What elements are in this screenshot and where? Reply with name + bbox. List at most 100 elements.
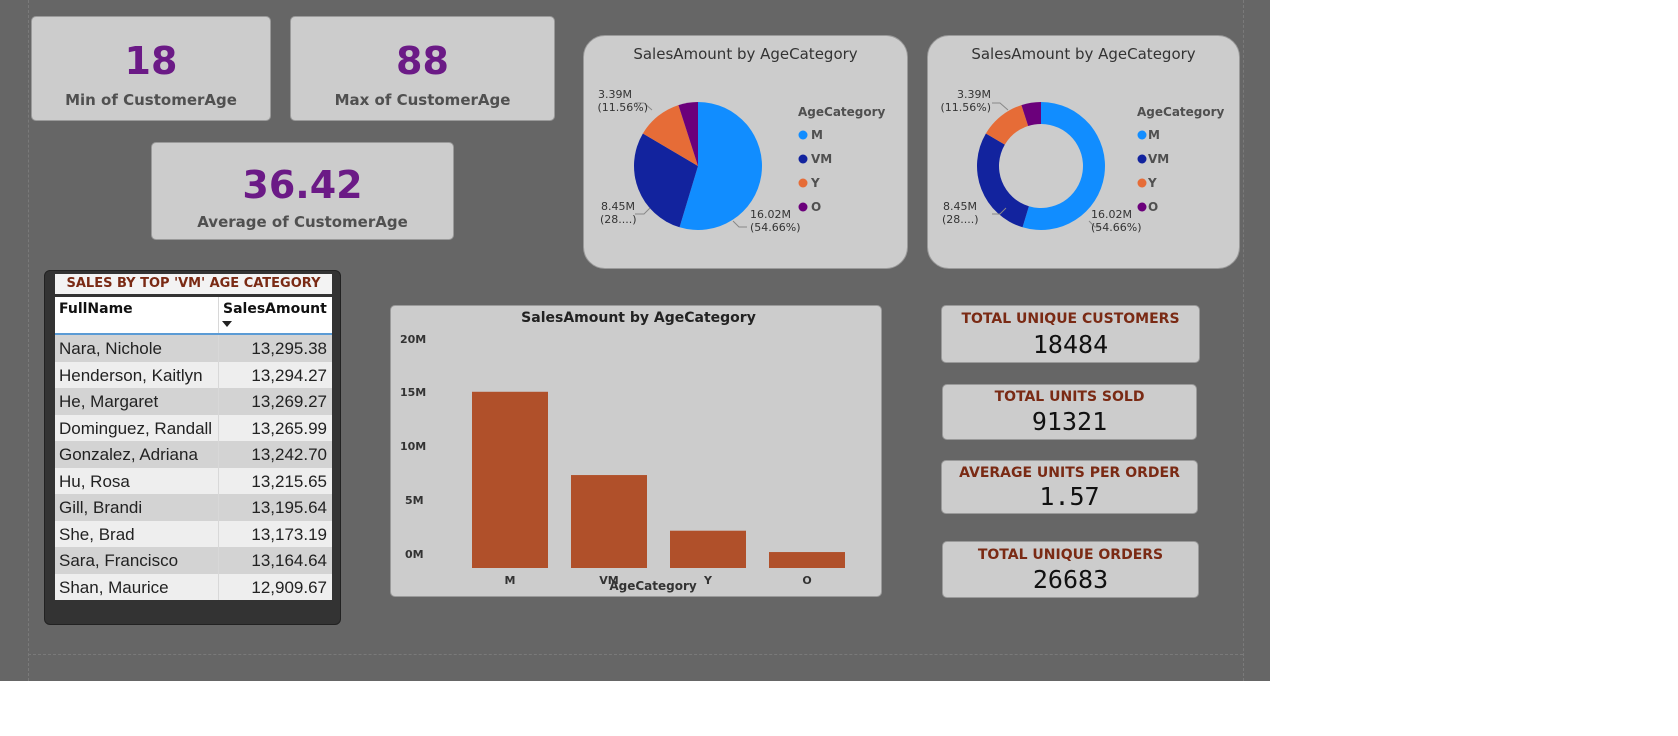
column-divider xyxy=(218,547,219,574)
pie-chart-card[interactable]: SalesAmount by AgeCategory 3.39M (11.56%… xyxy=(583,35,908,269)
metric-card-unique-orders[interactable]: TOTAL UNIQUE ORDERS 26683 xyxy=(942,541,1199,598)
x-tick-label: M xyxy=(505,574,516,587)
bar-vm[interactable] xyxy=(571,475,647,568)
kpi-card-avg-age[interactable]: 36.42 Average of CustomerAge xyxy=(151,142,454,240)
pie-label-vm-value: 8.45M xyxy=(601,200,635,213)
cell-salesamount: 13,265.99 xyxy=(251,418,327,438)
metric-unique-customers-value: 18484 xyxy=(1032,330,1109,359)
pie-slices xyxy=(634,102,762,230)
donut-label-m-pct: (54.66%) xyxy=(1091,221,1142,234)
column-divider xyxy=(218,414,219,441)
column-divider xyxy=(218,467,219,494)
cell-fullname: Sara, Francisco xyxy=(59,551,179,570)
table-header: FullName SalesAmount xyxy=(55,297,332,335)
table-row[interactable]: Nara, Nichole 13,295.38 xyxy=(55,335,332,362)
pie-legend-y[interactable]: Y xyxy=(810,176,820,190)
table-row[interactable]: Shan, Maurice 12,909.67 xyxy=(55,573,332,600)
metric-unique-orders-value: 26683 xyxy=(1032,565,1109,594)
top-vm-table[interactable]: SALES BY TOP 'VM' AGE CATEGORY FullName … xyxy=(44,270,341,625)
donut-chart-card[interactable]: SalesAmount by AgeCategory 3.39M (11.56%… xyxy=(927,35,1240,269)
cell-fullname: Nara, Nichole xyxy=(59,339,162,358)
kpi-min-age-label: Min of CustomerAge xyxy=(65,91,237,109)
metric-card-avg-units[interactable]: AVERAGE UNITS PER ORDER 1.57 xyxy=(941,460,1198,514)
cell-salesamount: 13,294.27 xyxy=(251,365,327,385)
table-grid[interactable]: FullName SalesAmount Nara, Nichole 13,295… xyxy=(55,297,332,600)
bar-y[interactable] xyxy=(670,530,746,568)
pie-legend-vm-dot xyxy=(798,154,808,164)
table-row[interactable]: Dominguez, Randall 13,265.99 xyxy=(55,414,332,441)
table-row[interactable]: Sara, Francisco 13,164.64 xyxy=(55,547,332,574)
bar-y-axis: 20M 15M 10M 5M 0M xyxy=(400,333,426,561)
pie-label-m-pct: (54.66%) xyxy=(750,221,801,234)
column-header-salesamount[interactable]: SalesAmount xyxy=(223,301,327,317)
table-body: Nara, Nichole 13,295.38 Henderson, Kaitlyn… xyxy=(55,335,332,600)
table-row[interactable]: Gill, Brandi 13,195.64 xyxy=(55,494,332,521)
pie-legend-m[interactable]: M xyxy=(811,128,823,142)
metric-card-units-sold[interactable]: TOTAL UNITS SOLD 91321 xyxy=(942,384,1197,440)
bar-m[interactable] xyxy=(472,391,548,568)
pie-legend-o[interactable]: O xyxy=(811,200,821,214)
kpi-min-age-value: 18 xyxy=(124,39,178,83)
pie-label-y-value: 3.39M xyxy=(598,88,632,101)
metric-avg-units-label: AVERAGE UNITS PER ORDER xyxy=(959,465,1180,481)
donut-label-m-value: 16.02M xyxy=(1091,208,1132,221)
cell-salesamount: 12,909.67 xyxy=(251,577,327,597)
donut-chart-svg: 3.39M (11.56%) 8.45M (28....) 16.02M (54… xyxy=(940,88,1225,234)
kpi-max-age-label: Max of CustomerAge xyxy=(334,91,511,109)
metric-avg-units-value: 1.57 xyxy=(1039,482,1100,511)
donut-legend-y[interactable]: Y xyxy=(1147,176,1157,190)
kpi-card-max-age[interactable]: 88 Max of CustomerAge xyxy=(290,16,555,121)
bar-chart-svg: 20M 15M 10M 5M 0M M VM Y O AgeCategory xyxy=(400,333,845,593)
pie-leader-m xyxy=(732,220,747,228)
cell-salesamount: 13,295.38 xyxy=(251,339,327,358)
pie-legend-o-dot xyxy=(798,202,808,212)
x-tick-label: Y xyxy=(703,574,713,587)
donut-legend-o[interactable]: O xyxy=(1148,200,1158,214)
donut-legend-m[interactable]: M xyxy=(1148,128,1160,142)
donut-slice-vm[interactable] xyxy=(977,133,1029,228)
cell-fullname: Shan, Maurice xyxy=(59,577,169,597)
sort-desc-icon[interactable] xyxy=(222,321,232,327)
donut-label-vm-value: 8.45M xyxy=(943,200,977,213)
metric-unique-customers-label: TOTAL UNIQUE CUSTOMERS xyxy=(961,311,1180,327)
pie-leader-vm xyxy=(635,207,651,215)
donut-legend-vm[interactable]: VM xyxy=(1148,152,1169,166)
cell-fullname: He, Margaret xyxy=(59,392,159,411)
cell-fullname: Dominguez, Randall xyxy=(59,418,213,438)
bar-x-axis-title: AgeCategory xyxy=(609,579,697,593)
bar-o[interactable] xyxy=(769,552,845,568)
cell-salesamount: 13,215.65 xyxy=(251,471,327,491)
bar-chart-card[interactable]: SalesAmount by AgeCategory 20M 15M 10M 5… xyxy=(390,305,882,597)
x-tick-label: O xyxy=(802,574,811,587)
table-row[interactable]: Gonzalez, Adriana 13,242.70 xyxy=(55,441,332,468)
bar-marks xyxy=(472,391,845,568)
column-divider xyxy=(218,441,219,468)
y-tick-label: 0M xyxy=(405,548,424,561)
donut-slices xyxy=(977,102,1105,230)
canvas-guide-bottom xyxy=(28,654,1243,655)
cell-fullname: Hu, Rosa xyxy=(59,471,130,491)
kpi-card-min-age[interactable]: 18 Min of CustomerAge xyxy=(31,16,271,121)
canvas-guide-left xyxy=(28,0,29,681)
table-row[interactable]: She, Brad 13,173.19 xyxy=(55,520,332,547)
kpi-avg-age-value: 36.42 xyxy=(242,163,363,207)
donut-legend-m-dot xyxy=(1137,130,1147,140)
kpi-avg-age-label: Average of CustomerAge xyxy=(197,213,408,231)
donut-label-y-pct: (11.56%) xyxy=(940,101,991,114)
pie-label-y-pct: (11.56%) xyxy=(597,101,648,114)
pie-legend-m-dot xyxy=(798,130,808,140)
table-row[interactable]: Hu, Rosa 13,215.65 xyxy=(55,467,332,494)
pie-label-vm-pct: (28....) xyxy=(600,213,637,226)
table-row[interactable]: He, Margaret 13,269.27 xyxy=(55,388,332,415)
cell-fullname: She, Brad xyxy=(59,524,135,544)
column-header-fullname[interactable]: FullName xyxy=(59,301,133,317)
donut-legend-title: AgeCategory xyxy=(1137,105,1225,119)
column-divider xyxy=(218,573,219,600)
pie-legend-y-dot xyxy=(798,178,808,188)
cell-salesamount: 13,269.27 xyxy=(251,392,327,411)
cell-salesamount: 13,173.19 xyxy=(251,524,327,544)
metric-card-unique-customers[interactable]: TOTAL UNIQUE CUSTOMERS 18484 xyxy=(941,305,1200,363)
table-row[interactable]: Henderson, Kaitlyn 13,294.27 xyxy=(55,361,332,388)
pie-legend-vm[interactable]: VM xyxy=(811,152,832,166)
donut-legend-o-dot xyxy=(1137,202,1147,212)
